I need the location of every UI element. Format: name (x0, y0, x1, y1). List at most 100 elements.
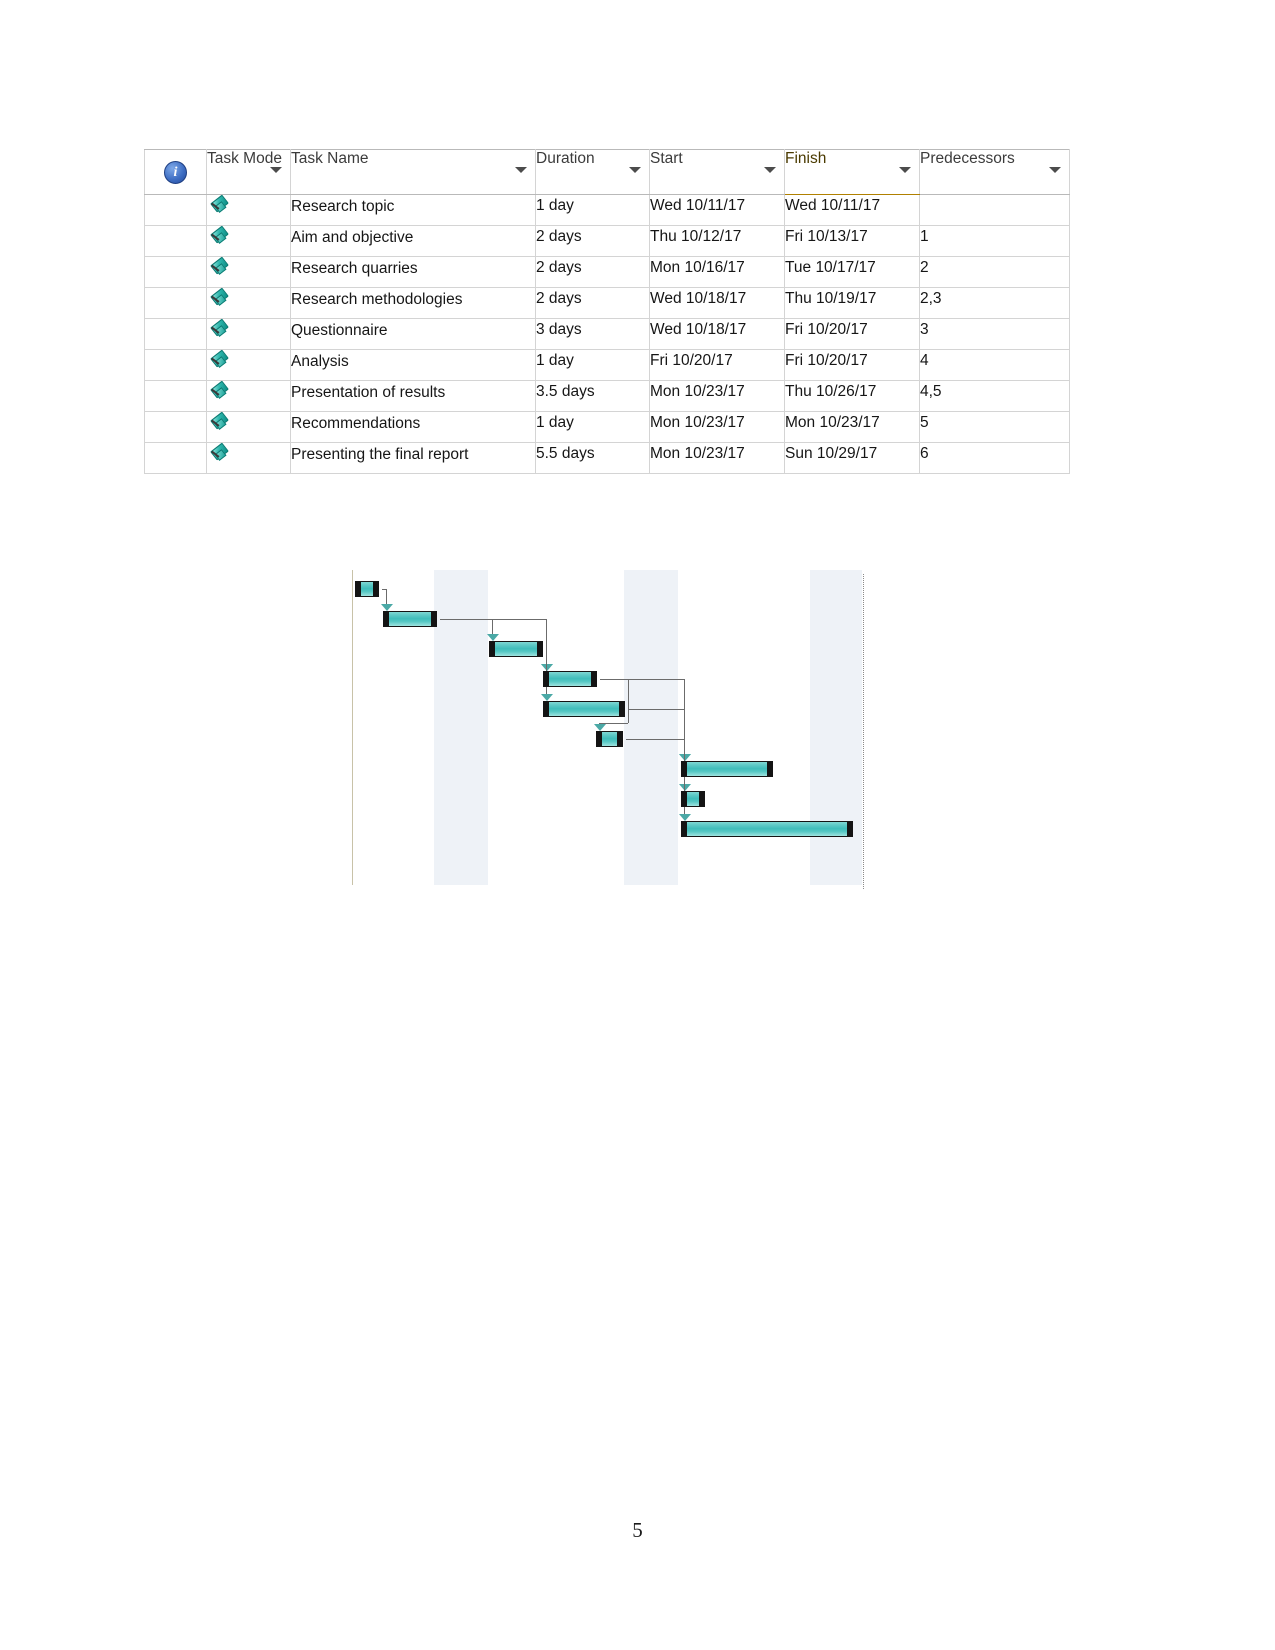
gantt-task-bar[interactable] (682, 762, 772, 776)
row-task-name-cell[interactable]: Research topic (290, 194, 536, 226)
row-duration-cell[interactable]: 2 days (535, 256, 650, 288)
gantt-task-bar[interactable] (384, 612, 436, 626)
row-start-cell[interactable]: Thu 10/12/17 (649, 225, 785, 257)
table-row[interactable]: Presenting the final report 5.5 days Mon 1… (144, 442, 1070, 474)
start-date-text: Mon 10/23/17 (650, 383, 745, 400)
table-row[interactable]: Recommendations 1 day Mon 10/23/17 Mon 10/2… (144, 411, 1070, 443)
table-row[interactable]: Research methodologies 2 days Wed 10/18/17… (144, 287, 1070, 319)
table-row[interactable]: Aim and objective 2 days Thu 10/12/17 Fri 1… (144, 225, 1070, 257)
row-task-name-cell[interactable]: Questionnaire (290, 318, 536, 350)
column-header-start[interactable]: Start (649, 149, 785, 195)
column-header-task-mode[interactable]: Task Mode (206, 149, 291, 195)
gantt-task-bar[interactable] (544, 672, 596, 686)
row-predecessors-cell[interactable]: 4,5 (919, 380, 1070, 412)
chevron-down-icon[interactable] (270, 167, 282, 173)
gantt-task-bar[interactable] (597, 732, 622, 746)
row-task-name-cell[interactable]: Analysis (290, 349, 536, 381)
row-start-cell[interactable]: Wed 10/11/17 (649, 194, 785, 226)
row-start-cell[interactable]: Fri 10/20/17 (649, 349, 785, 381)
row-start-cell[interactable]: Wed 10/18/17 (649, 287, 785, 319)
row-finish-cell[interactable]: Fri 10/20/17 (784, 318, 920, 350)
gantt-task-bar[interactable] (356, 582, 378, 596)
predecessors-text: 1 (920, 228, 929, 245)
table-row[interactable]: Presentation of results 3.5 days Mon 10/23… (144, 380, 1070, 412)
row-start-cell[interactable]: Mon 10/23/17 (649, 380, 785, 412)
row-task-name-cell[interactable]: Aim and objective (290, 225, 536, 257)
column-header-predecessors[interactable]: Predecessors (919, 149, 1070, 195)
duration-text: 3 days (536, 321, 582, 338)
row-duration-cell[interactable]: 2 days (535, 225, 650, 257)
start-date-text: Wed 10/18/17 (650, 290, 747, 307)
row-task-mode-cell[interactable] (206, 442, 291, 474)
row-start-cell[interactable]: Mon 10/23/17 (649, 411, 785, 443)
column-header-info[interactable]: i (144, 149, 207, 195)
row-info-cell (144, 318, 207, 350)
chevron-down-icon[interactable] (1049, 167, 1061, 173)
row-finish-cell[interactable]: Thu 10/19/17 (784, 287, 920, 319)
row-start-cell[interactable]: Mon 10/23/17 (649, 442, 785, 474)
row-duration-cell[interactable]: 1 day (535, 349, 650, 381)
table-row[interactable]: Questionnaire 3 days Wed 10/18/17 Fri 10/20… (144, 318, 1070, 350)
chevron-down-icon[interactable] (629, 167, 641, 173)
row-finish-cell[interactable]: Sun 10/29/17 (784, 442, 920, 474)
column-header-finish[interactable]: Finish (784, 149, 920, 195)
dependency-arrow-icon (679, 784, 691, 791)
row-task-mode-cell[interactable] (206, 349, 291, 381)
chevron-down-icon[interactable] (515, 167, 527, 173)
row-predecessors-cell[interactable]: 1 (919, 225, 1070, 257)
row-predecessors-cell[interactable]: 5 (919, 411, 1070, 443)
row-duration-cell[interactable]: 3.5 days (535, 380, 650, 412)
pushpin-icon (207, 349, 229, 373)
row-predecessors-cell[interactable]: 2,3 (919, 287, 1070, 319)
row-task-mode-cell[interactable] (206, 194, 291, 226)
row-task-name-cell[interactable]: Recommendations (290, 411, 536, 443)
row-finish-cell[interactable]: Mon 10/23/17 (784, 411, 920, 443)
start-date-text: Mon 10/23/17 (650, 445, 745, 462)
row-duration-cell[interactable]: 5.5 days (535, 442, 650, 474)
gantt-task-bar[interactable] (682, 822, 852, 836)
row-task-name-cell[interactable]: Presentation of results (290, 380, 536, 412)
row-finish-cell[interactable]: Tue 10/17/17 (784, 256, 920, 288)
finish-date-text: Wed 10/11/17 (785, 197, 881, 214)
task-name-text: Presenting the final report (291, 446, 469, 463)
row-task-name-cell[interactable]: Research quarries (290, 256, 536, 288)
row-task-mode-cell[interactable] (206, 380, 291, 412)
table-row[interactable]: Research quarries 2 days Mon 10/16/17 Tue 1… (144, 256, 1070, 288)
task-name-text: Analysis (291, 353, 349, 370)
row-task-mode-cell[interactable] (206, 256, 291, 288)
row-task-mode-cell[interactable] (206, 318, 291, 350)
chevron-down-icon[interactable] (899, 167, 911, 173)
row-predecessors-cell[interactable]: 3 (919, 318, 1070, 350)
gantt-task-bar[interactable] (682, 792, 704, 806)
row-finish-cell[interactable]: Thu 10/26/17 (784, 380, 920, 412)
dependency-link-segment (628, 679, 629, 723)
row-duration-cell[interactable]: 1 day (535, 194, 650, 226)
row-predecessors-cell[interactable]: 4 (919, 349, 1070, 381)
row-duration-cell[interactable]: 2 days (535, 287, 650, 319)
row-task-name-cell[interactable]: Presenting the final report (290, 442, 536, 474)
gantt-task-bar[interactable] (490, 642, 542, 656)
row-start-cell[interactable]: Mon 10/16/17 (649, 256, 785, 288)
column-header-task-name[interactable]: Task Name (290, 149, 536, 195)
row-predecessors-cell[interactable]: 2 (919, 256, 1070, 288)
row-task-mode-cell[interactable] (206, 225, 291, 257)
gantt-task-bar[interactable] (544, 702, 624, 716)
table-row[interactable]: Analysis 1 day Fri 10/20/17 Fri 10/20/17 4 (144, 349, 1070, 381)
column-header-duration[interactable]: Duration (535, 149, 650, 195)
dependency-arrow-icon (541, 694, 553, 701)
row-start-cell[interactable]: Wed 10/18/17 (649, 318, 785, 350)
gantt-today-line (352, 570, 353, 885)
row-task-mode-cell[interactable] (206, 287, 291, 319)
pushpin-icon (207, 287, 229, 311)
row-task-mode-cell[interactable] (206, 411, 291, 443)
chevron-down-icon[interactable] (764, 167, 776, 173)
row-duration-cell[interactable]: 1 day (535, 411, 650, 443)
row-finish-cell[interactable]: Wed 10/11/17 (784, 194, 920, 226)
row-predecessors-cell[interactable] (919, 194, 1070, 226)
table-row[interactable]: Research topic 1 day Wed 10/11/17 Wed 10/11… (144, 194, 1070, 226)
row-task-name-cell[interactable]: Research methodologies (290, 287, 536, 319)
row-duration-cell[interactable]: 3 days (535, 318, 650, 350)
row-predecessors-cell[interactable]: 6 (919, 442, 1070, 474)
row-finish-cell[interactable]: Fri 10/20/17 (784, 349, 920, 381)
row-finish-cell[interactable]: Fri 10/13/17 (784, 225, 920, 257)
